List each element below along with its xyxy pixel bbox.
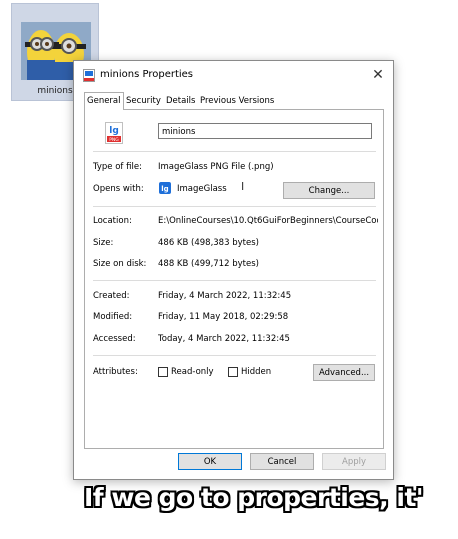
opens-with-value: ImageGlass (177, 184, 227, 194)
accessed-label: Accessed: (93, 334, 136, 344)
tab-security[interactable]: Security (124, 94, 163, 108)
hidden-label[interactable]: Hidden (241, 367, 271, 377)
png-label: PNG (109, 137, 119, 143)
close-button[interactable]: ✕ (365, 61, 391, 89)
png-file-icon (83, 69, 95, 82)
size-on-disk-value: 488 KB (499,712 bytes) (158, 259, 259, 269)
file-name-input[interactable]: minions (158, 123, 372, 139)
imageglass-app-icon: lg (159, 182, 171, 194)
svg-text:lg: lg (109, 126, 119, 136)
type-label: Type of file: (93, 162, 142, 172)
cancel-button[interactable]: Cancel (250, 453, 314, 470)
separator (93, 151, 376, 152)
video-caption: If we go to properties, it' (84, 483, 424, 512)
png-file-large-icon: lg PNG (105, 122, 123, 144)
ok-button[interactable]: OK (178, 453, 242, 470)
dialog-title: minions Properties (100, 69, 194, 80)
readonly-label[interactable]: Read-only (171, 367, 214, 377)
opens-with-label: Opens with: (93, 184, 144, 194)
properties-dialog: minions Properties ✕ General Security De… (73, 60, 394, 480)
text-cursor-icon: I (241, 180, 245, 193)
size-label: Size: (93, 238, 114, 248)
general-panel: lg PNG minions Type of file: ImageGlass … (84, 109, 384, 449)
location-value: E:\OnlineCourses\10.Qt6GuiForBeginners\C… (158, 216, 378, 226)
separator (93, 206, 376, 207)
advanced-button[interactable]: Advanced... (313, 364, 375, 381)
separator (93, 355, 376, 356)
attributes-label: Attributes: (93, 367, 138, 377)
title-bar[interactable]: minions Properties ✕ (74, 61, 393, 89)
accessed-value: Today, 4 March 2022, 11:32:45 (158, 334, 290, 344)
type-value: ImageGlass PNG File (.png) (158, 162, 274, 172)
svg-text:lg: lg (161, 185, 168, 193)
created-label: Created: (93, 291, 130, 301)
apply-button[interactable]: Apply (322, 453, 386, 470)
separator (93, 280, 376, 281)
size-value: 486 KB (498,383 bytes) (158, 238, 259, 248)
tab-previous-versions[interactable]: Previous Versions (198, 94, 276, 108)
hidden-checkbox[interactable] (228, 367, 238, 377)
modified-label: Modified: (93, 312, 133, 322)
modified-value: Friday, 11 May 2018, 02:29:58 (158, 312, 289, 322)
tab-general[interactable]: General (84, 92, 124, 110)
location-label: Location: (93, 216, 132, 226)
change-button[interactable]: Change... (283, 182, 375, 199)
size-on-disk-label: Size on disk: (93, 259, 147, 269)
tab-details[interactable]: Details (164, 94, 197, 108)
readonly-checkbox[interactable] (158, 367, 168, 377)
created-value: Friday, 4 March 2022, 11:32:45 (158, 291, 292, 301)
